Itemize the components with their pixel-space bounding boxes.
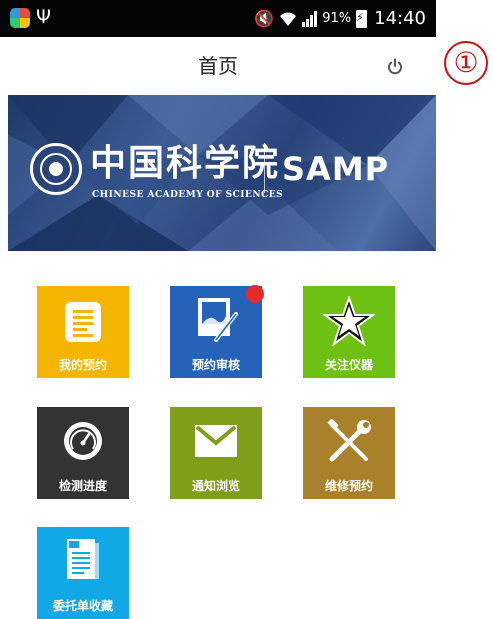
star-icon (323, 296, 375, 346)
tile-label: 预约审核 (191, 358, 240, 372)
tile-commission-favorites[interactable]: 委托单收藏 (37, 527, 129, 619)
notes-icon (65, 302, 101, 342)
status-indicators: 🔇 91% 14:40 (254, 0, 426, 37)
battery-charging-icon (356, 9, 368, 28)
mute-icon: 🔇 (254, 9, 275, 28)
notification-badge (246, 285, 264, 303)
tile-label: 通知浏览 (191, 479, 240, 493)
documents-icon (67, 539, 99, 579)
step-marker: ① (444, 41, 488, 85)
banner-divider (264, 143, 265, 193)
wifi-icon (280, 12, 297, 26)
cas-english-name: CHINESE ACADEMY OF SCIENCES (92, 190, 284, 200)
tile-label: 我的预约 (58, 358, 107, 372)
tile-followed-instruments[interactable]: 关注仪器 (303, 286, 395, 378)
cas-seal-logo (30, 143, 82, 195)
tile-label: 委托单收藏 (52, 599, 113, 613)
app-notification-icon (10, 8, 30, 28)
tile-label: 关注仪器 (324, 358, 373, 372)
clock: 14:40 (374, 8, 426, 29)
tile-my-reservations[interactable]: 我的预约 (37, 286, 129, 378)
page-title: 首页 (198, 54, 238, 78)
usb-icon: Ψ (36, 6, 51, 28)
tile-repair-reservation[interactable]: 维修预约 (303, 407, 395, 499)
image-edit-icon (198, 298, 238, 342)
power-icon[interactable] (386, 58, 404, 76)
signal-icon (302, 10, 318, 27)
gauge-icon (64, 422, 102, 460)
battery-percent: 91% (322, 11, 352, 26)
tile-testing-progress[interactable]: 检测进度 (37, 407, 129, 499)
mail-icon (195, 425, 237, 457)
status-bar: Ψ 🔇 91% 14:40 (0, 0, 436, 37)
cas-chinese-name: 中国科学院 (90, 142, 281, 184)
banner: 中国科学院 CHINESE ACADEMY OF SCIENCES SAMP (8, 95, 436, 251)
tile-label: 检测进度 (58, 479, 107, 493)
tile-label: 维修预约 (324, 479, 373, 493)
title-bar: 首页 (0, 37, 436, 95)
tile-notifications[interactable]: 通知浏览 (170, 407, 262, 499)
tools-icon (327, 419, 371, 462)
samp-logo: SAMP (282, 150, 390, 188)
